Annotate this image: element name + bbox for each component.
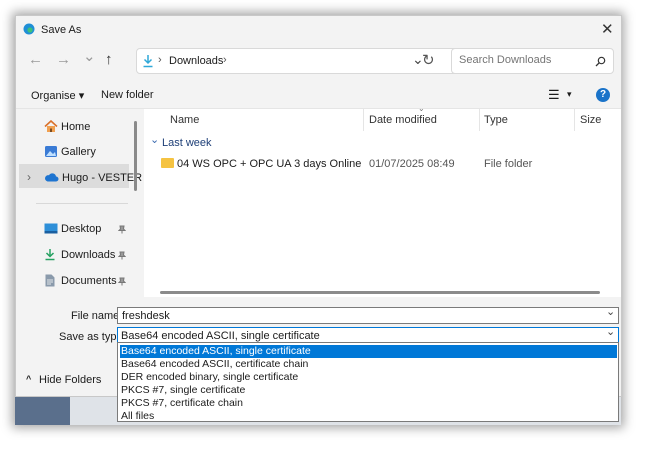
sidebar-item-label: Documents xyxy=(61,275,117,287)
forward-button[interactable]: → xyxy=(56,51,71,68)
chevron-down-icon[interactable]: ⌄ xyxy=(606,305,615,318)
new-folder-button[interactable]: New folder xyxy=(101,89,154,101)
search-icon xyxy=(595,56,606,67)
chevron-right-icon: › xyxy=(223,54,227,66)
sidebar-divider xyxy=(36,203,128,204)
chevron-down-icon[interactable]: ⌄ xyxy=(606,325,615,338)
sidebar-item-label: Home xyxy=(61,121,91,133)
column-divider[interactable] xyxy=(479,109,480,131)
download-icon xyxy=(45,249,55,261)
desktop-icon xyxy=(44,223,58,234)
save-type-dropdown-list: Base64 encoded ASCII, single certificate… xyxy=(117,342,619,422)
save-type-value: Base64 encoded ASCII, single certificate xyxy=(121,330,320,342)
search-box[interactable] xyxy=(451,48,614,74)
refresh-button[interactable]: ↻ xyxy=(422,51,435,69)
back-button[interactable]: ← xyxy=(28,51,43,68)
cloud-icon xyxy=(45,173,59,182)
window-title: Save As xyxy=(41,24,82,36)
sidebar-item-label: Gallery xyxy=(61,146,96,158)
help-button[interactable]: ? xyxy=(596,88,610,102)
file-list-scrollbar[interactable] xyxy=(160,291,600,294)
up-button[interactable]: ↑ xyxy=(105,51,113,68)
chevron-up-icon: ^ xyxy=(26,374,32,384)
address-bar[interactable]: › Downloads › ⌄ xyxy=(136,48,459,74)
search-input[interactable] xyxy=(457,53,591,67)
column-header-type[interactable]: Type xyxy=(484,114,508,126)
column-divider[interactable] xyxy=(363,109,364,131)
sidebar-item-label: Desktop xyxy=(61,223,102,235)
downloads-icon xyxy=(143,55,153,68)
save-as-dialog: Save As ✕ ← → ⌄ ↑ › Downloads › ⌄ ↻ Orga… xyxy=(15,15,622,397)
edge-app-icon xyxy=(23,23,35,35)
column-header-name[interactable]: Name xyxy=(170,114,199,126)
chevron-right-icon: › xyxy=(158,54,162,66)
column-header-size[interactable]: Size xyxy=(580,114,601,126)
view-options-icon[interactable]: ☰ xyxy=(548,87,560,103)
home-icon xyxy=(44,120,58,132)
organise-button[interactable]: Organise ▾ xyxy=(31,89,84,102)
file-type: File folder xyxy=(484,158,533,170)
pin-icon xyxy=(118,251,126,260)
sidebar-item-label: Hugo - VESTER xyxy=(62,172,143,184)
file-name-value: freshdesk xyxy=(122,310,170,322)
sort-indicator-icon: ⌄ xyxy=(418,104,425,113)
dropdown-option[interactable]: All files xyxy=(120,410,617,423)
column-header-date[interactable]: Date modified xyxy=(369,114,437,126)
sidebar-item-label: Downloads xyxy=(61,249,116,261)
pin-icon xyxy=(118,225,126,234)
recent-locations-button[interactable]: ⌄ xyxy=(83,47,96,65)
dropdown-option[interactable]: Base64 encoded ASCII, certificate chain xyxy=(120,358,617,371)
gallery-icon xyxy=(45,146,57,157)
breadcrumb-downloads[interactable]: Downloads xyxy=(169,55,223,67)
documents-icon xyxy=(45,274,55,287)
dropdown-option[interactable]: Base64 encoded ASCII, single certificate xyxy=(120,345,617,358)
hide-folders-button[interactable]: Hide Folders xyxy=(39,374,101,386)
expand-chevron-icon[interactable]: › xyxy=(27,170,31,184)
dropdown-option[interactable]: PKCS #7, certificate chain xyxy=(120,397,617,410)
nav-pane-scrollbar[interactable] xyxy=(134,121,137,191)
view-options-caret[interactable]: ▾ xyxy=(567,89,572,100)
file-name-field[interactable]: freshdesk ⌄ xyxy=(117,305,619,324)
collapse-chevron-icon: ⌄ xyxy=(150,134,160,146)
file-list-pane xyxy=(144,109,621,297)
dropdown-option[interactable]: DER encoded binary, single certificate xyxy=(120,371,617,384)
file-name-label: File name: xyxy=(71,310,123,322)
file-name: 04 WS OPC + OPC UA 3 days Online xyxy=(177,158,362,170)
group-label: Last week xyxy=(162,137,212,149)
file-date: 01/07/2025 08:49 xyxy=(369,158,455,170)
save-type-label: Save as type: xyxy=(59,331,126,343)
pin-icon xyxy=(118,277,126,286)
folder-icon xyxy=(161,158,174,168)
dropdown-option[interactable]: PKCS #7, single certificate xyxy=(120,384,617,397)
close-button[interactable]: ✕ xyxy=(601,20,614,38)
list-item[interactable]: 04 WS OPC + OPC UA 3 days Online 01/07/2… xyxy=(160,156,615,172)
column-divider[interactable] xyxy=(574,109,575,131)
title-bar: Save As ✕ xyxy=(16,16,621,44)
